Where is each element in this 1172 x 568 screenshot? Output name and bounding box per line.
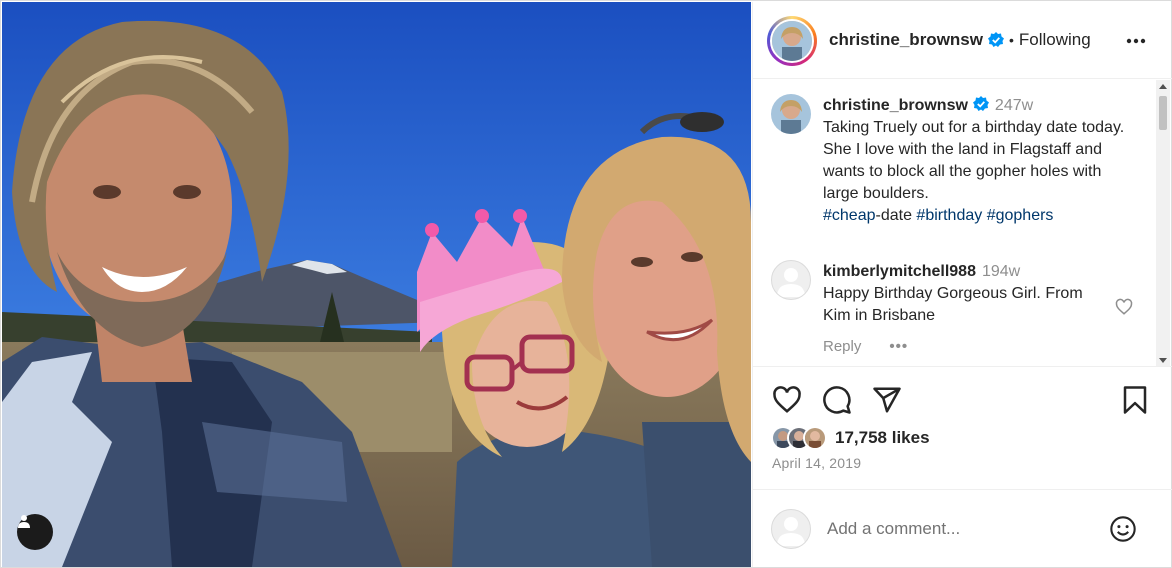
post-photo[interactable] [2,2,751,567]
verified-badge-icon [987,32,1004,48]
avatar-image [771,94,811,134]
comments-section[interactable]: christine_brownsw 247w Taking Truely out … [753,80,1172,367]
add-comment-bar [753,489,1172,567]
user-icon [18,515,30,528]
hashtag-suffix: -date [875,207,912,224]
user-tag-button[interactable] [17,514,53,550]
header-user-row: christine_brownsw • Following [829,30,1091,50]
more-options-button[interactable] [1124,29,1148,53]
avatar-image [772,21,812,61]
verified-badge-icon [972,96,989,112]
heart-icon [1115,298,1133,315]
emoji-button[interactable] [1109,515,1137,543]
caption-username[interactable]: christine_brownsw [823,97,968,114]
commenter-avatar[interactable] [771,260,811,300]
author-avatar[interactable] [770,19,814,63]
comment-timestamp[interactable]: 194w [982,263,1020,280]
photo-illustration [2,2,751,567]
comment-icon [823,386,851,414]
scroll-thumb[interactable] [1159,96,1167,130]
header-separator: • [1008,32,1014,48]
post-date[interactable]: April 14, 2019 [772,455,861,471]
hashtag-link[interactable]: #gophers [987,207,1054,224]
reply-button[interactable]: Reply [823,338,861,355]
scroll-up-arrow-icon[interactable] [1159,84,1167,89]
caption-author-avatar[interactable] [771,94,811,134]
post-dialog: christine_brownsw • Following christine_… [0,0,1172,568]
likes-count[interactable]: 17,758 likes [835,428,930,448]
heart-icon [773,386,801,413]
author-avatar-ring[interactable] [767,16,817,66]
post-side-panel: christine_brownsw • Following christine_… [752,2,1172,567]
caption-body: christine_brownsw 247w Taking Truely out … [823,95,1133,227]
comment-button[interactable] [822,385,852,415]
like-button[interactable] [772,385,802,415]
comment-actions: Reply ••• [823,338,908,355]
post-header: christine_brownsw • Following [753,2,1172,79]
share-button[interactable] [872,385,902,415]
caption-timestamp[interactable]: 247w [995,97,1033,114]
default-avatar-icon [777,268,805,297]
post-actions [753,368,1172,432]
default-avatar-icon [777,517,805,546]
following-button[interactable]: Following [1019,30,1091,50]
comments-scrollbar[interactable] [1156,80,1170,366]
caption-text: Taking Truely out for a birthday date to… [823,119,1125,202]
likes-row: 17,758 likes [771,424,930,452]
like-comment-button[interactable] [1115,298,1133,316]
hashtag-link[interactable]: #birthday [916,207,982,224]
commenter-username[interactable]: kimberlymitchell988 [823,263,976,280]
more-horizontal-icon [1126,38,1146,44]
comment-more-button[interactable]: ••• [889,338,908,355]
add-comment-input[interactable] [827,516,1097,542]
bookmark-icon [1123,386,1147,414]
scroll-down-arrow-icon[interactable] [1159,358,1167,363]
current-user-avatar [771,509,811,549]
liker-avatar [803,426,827,450]
comment-body: kimberlymitchell988 194w Happy Birthday G… [823,261,1105,327]
hashtag-link[interactable]: #cheap [823,207,876,224]
share-icon [873,387,901,413]
author-username[interactable]: christine_brownsw [829,30,983,50]
emoji-icon [1110,516,1136,542]
caption-item: christine_brownsw 247w Taking Truely out … [771,94,1151,234]
save-button[interactable] [1120,385,1150,415]
comment-item: kimberlymitchell988 194w Happy Birthday G… [771,260,1151,360]
comment-text: Happy Birthday Gorgeous Girl. From Kim i… [823,285,1083,324]
